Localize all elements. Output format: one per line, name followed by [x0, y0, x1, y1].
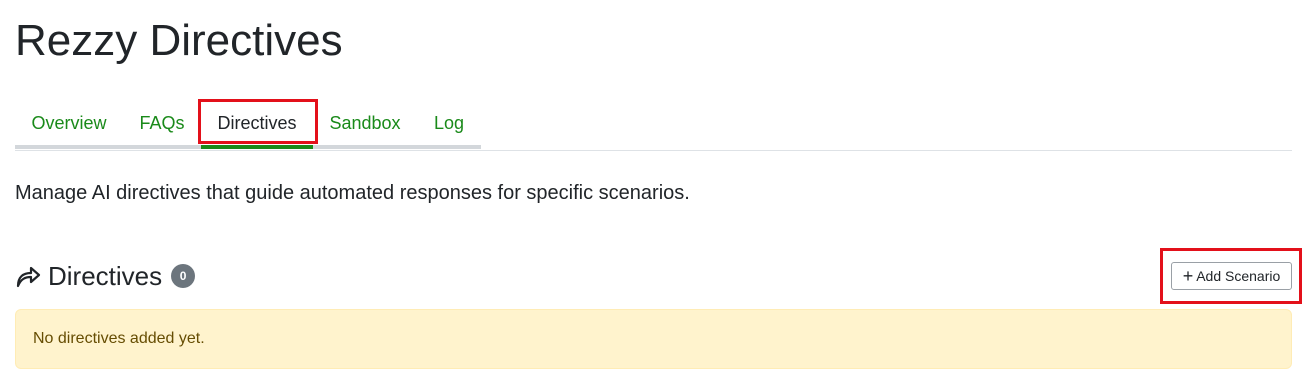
active-tab-underline	[201, 145, 313, 149]
tab-log-label: Log	[433, 113, 465, 133]
section-title: Directives	[48, 261, 163, 291]
empty-directives-alert: No directives added yet.	[15, 309, 1292, 369]
tab-sandbox[interactable]: Sandbox	[313, 98, 417, 149]
plus-icon: +	[1182, 266, 1194, 286]
tab-log[interactable]: Log	[417, 98, 481, 149]
tab-overview-label: Overview	[31, 113, 107, 133]
tab-faqs[interactable]: FAQs	[123, 98, 201, 149]
directive-count-badge: 0	[171, 264, 196, 288]
share-icon	[15, 263, 41, 289]
tab-directives-label: Directives	[217, 113, 297, 133]
tab-sandbox-label: Sandbox	[329, 113, 401, 133]
directives-section-header: Directives 0	[15, 258, 196, 294]
add-scenario-button[interactable]: + Add Scenario	[1171, 262, 1292, 290]
tab-overview[interactable]: Overview	[15, 98, 123, 149]
tab-directives[interactable]: Directives	[201, 98, 313, 149]
empty-directives-message: No directives added yet.	[33, 330, 205, 347]
tab-faqs-label: FAQs	[139, 113, 185, 133]
page-description: Manage AI directives that guide automate…	[15, 182, 690, 204]
add-scenario-label: Add Scenario	[1196, 268, 1281, 284]
page-title: Rezzy Directives	[15, 16, 343, 65]
tab-bar: Overview FAQs Directives Sandbox Log	[15, 98, 1292, 151]
